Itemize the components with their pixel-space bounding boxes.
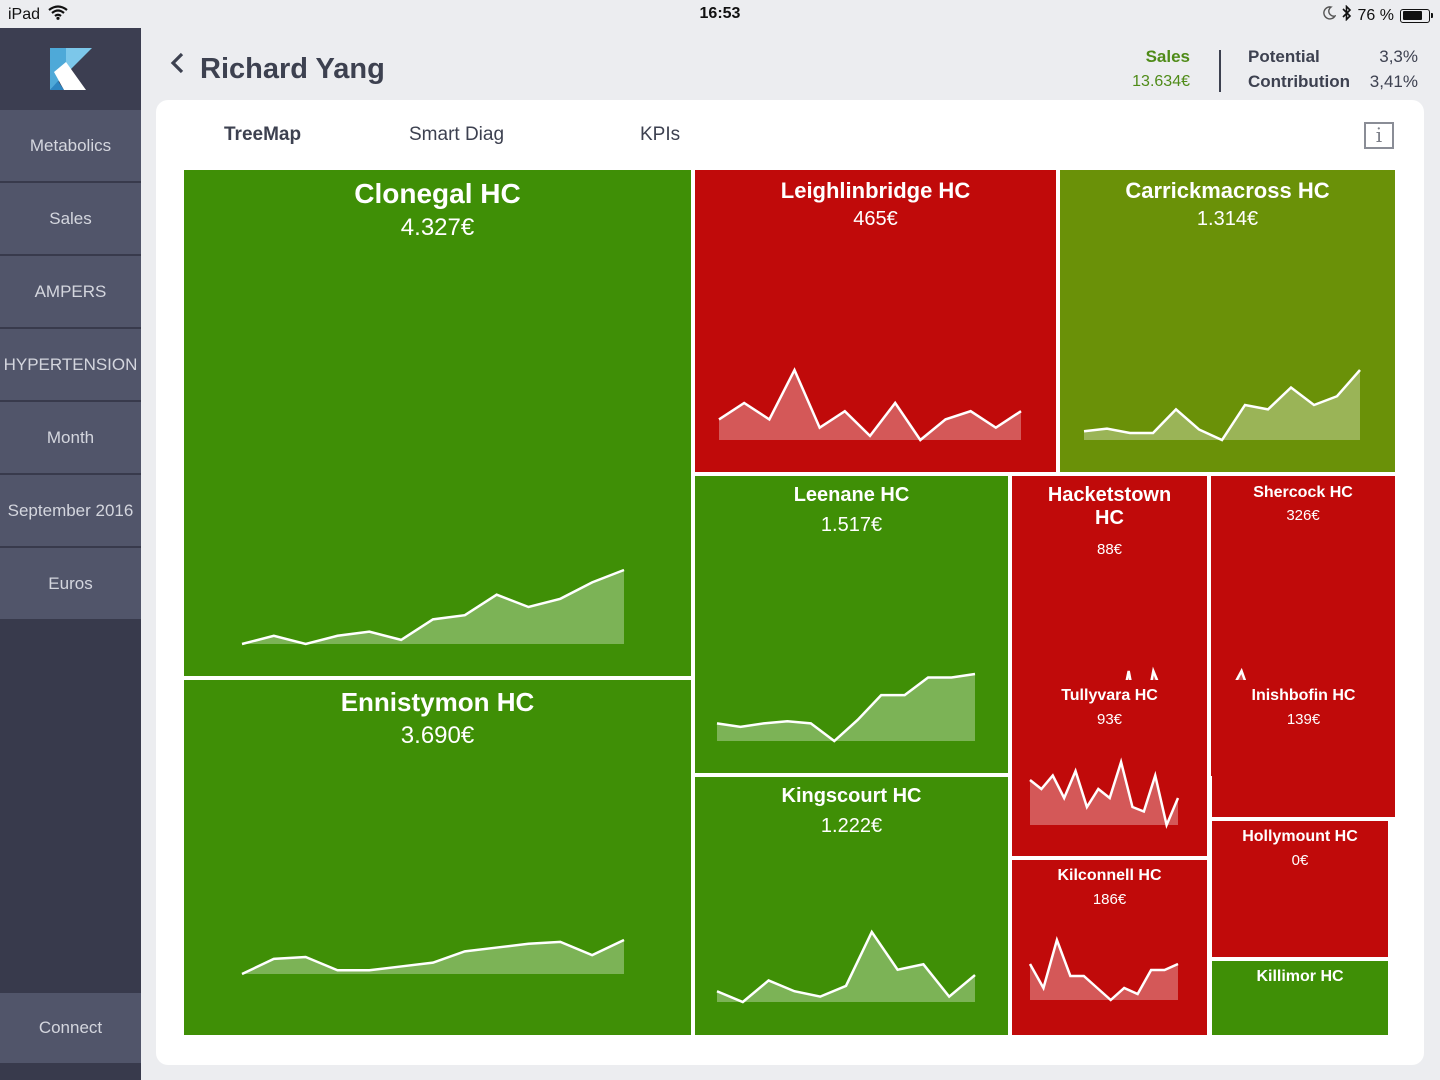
tile-value: 139€ [1286, 711, 1321, 728]
treemap-tile-killimor-hc[interactable]: Killimor HC [1212, 961, 1388, 1035]
treemap-tile-kilconnell-hc[interactable]: Kilconnell HC 186€ [1012, 860, 1207, 1035]
app-logo[interactable] [0, 28, 141, 110]
sparkline-area [1084, 370, 1360, 440]
page-header: Richard Yang Sales 13.634€ Potential 3,3… [141, 28, 1440, 100]
tile-value: 88€ [1096, 541, 1123, 558]
tile-name: Leenane HC [793, 484, 910, 506]
contribution-row: Contribution 3,41% [1248, 72, 1418, 97]
sales-label: Sales [1145, 47, 1190, 66]
tab-kpis[interactable]: KPIs [640, 124, 680, 146]
sparkline [1028, 935, 1179, 1002]
tile-name: Hollymount HC [1242, 828, 1358, 845]
content-card: TreeMap Smart Diag KPIs i Clonegal HC 4.3… [156, 100, 1424, 1065]
sidebar-item-ampers[interactable]: AMPERS [0, 256, 141, 327]
sidebar-item-currency[interactable]: Euros [0, 548, 141, 619]
tile-name: Killimor HC [1256, 968, 1344, 985]
sidebar-item-sales[interactable]: Sales [0, 183, 141, 254]
tile-name: Clonegal HC [354, 178, 521, 209]
tile-name: Hacketstown HC [1047, 484, 1172, 529]
tile-value: 3.690€ [400, 722, 475, 749]
kpi-divider [1219, 50, 1221, 92]
logo-icon [49, 48, 92, 90]
tile-value: 1.517€ [820, 514, 883, 536]
battery-percent: 76 % [1357, 6, 1394, 24]
sidebar: Metabolics Sales AMPERS HYPERTENSION Mon… [0, 28, 141, 1080]
treemap-tile-inishbofin-hc[interactable]: Inishbofin HC 139€ [1212, 680, 1395, 817]
back-button[interactable] [169, 50, 185, 83]
status-right: 76 % [1322, 4, 1433, 26]
tile-value: 93€ [1096, 711, 1123, 728]
potential-row: Potential 3,3% [1248, 47, 1418, 72]
treemap-tile-leenane-hc[interactable]: Leenane HC 1.517€ [695, 476, 1008, 773]
battery-icon [1400, 8, 1433, 23]
battery-fill [1402, 11, 1422, 20]
sidebar-item-month[interactable]: Month [0, 402, 141, 473]
tile-value: 465€ [853, 208, 898, 230]
tile-name: Inishbofin HC [1251, 687, 1356, 704]
sidebar-item-metabolics[interactable]: Metabolics [0, 110, 141, 181]
tile-name: Kingscourt HC [781, 785, 922, 807]
tile-value: 1.222€ [820, 815, 883, 837]
tile-value: 0€ [1291, 852, 1309, 869]
bluetooth-icon [1341, 4, 1352, 26]
contribution-label: Contribution [1248, 72, 1350, 91]
status-time: 16:53 [699, 5, 741, 22]
tile-value: 1.314€ [1196, 208, 1259, 230]
contribution-value: 3,41% [1369, 72, 1418, 91]
sparkline-area [242, 570, 624, 644]
sidebar-menu: Metabolics Sales AMPERS HYPERTENSION Mon… [0, 110, 141, 621]
tile-name: Shercock HC [1253, 484, 1353, 501]
sales-kpi: Sales 13.634€ [1132, 47, 1190, 91]
kpi-metrics: Potential 3,3% Contribution 3,41% [1248, 47, 1418, 97]
treemap-tile-ennistymon-hc[interactable]: Ennistymon HC 3.690€ [184, 680, 691, 1035]
tile-name: Kilconnell HC [1057, 867, 1162, 884]
sales-value: 13.634€ [1132, 73, 1190, 90]
status-bar: iPad 16:53 76 % [0, 0, 1440, 28]
tile-value: 186€ [1092, 891, 1127, 908]
info-button[interactable]: i [1364, 122, 1394, 149]
sparkline-area [719, 370, 1021, 440]
treemap-tile-tullyvara-hc[interactable]: Tullyvara HC 93€ [1012, 680, 1207, 856]
tile-value: 326€ [1286, 507, 1320, 524]
sidebar-item-period[interactable]: September 2016 [0, 475, 141, 546]
tile-name: Tullyvara HC [1061, 687, 1158, 704]
sparkline [241, 568, 625, 646]
tile-name: Carrickmacross HC [1125, 178, 1330, 203]
treemap-tile-hollymount-hc[interactable]: Hollymount HC 0€ [1212, 821, 1388, 957]
tile-name: Ennistymon HC [340, 687, 535, 717]
treemap-tile-kingscourt-hc[interactable]: Kingscourt HC 1.222€ [695, 777, 1008, 1035]
potential-label: Potential [1248, 47, 1320, 66]
tile-value: 4.327€ [400, 214, 475, 241]
treemap-tile-leighlinbridge-hc[interactable]: Leighlinbridge HC 465€ [695, 170, 1056, 472]
sparkline [1029, 757, 1180, 830]
page-title: Richard Yang [200, 53, 385, 85]
sidebar-item-hypertension[interactable]: HYPERTENSION [0, 329, 141, 400]
moon-icon [1322, 6, 1337, 25]
tab-treemap[interactable]: TreeMap [224, 124, 301, 146]
treemap-tile-carrickmacross-hc[interactable]: Carrickmacross HC 1.314€ [1060, 170, 1395, 472]
tab-smart-diag[interactable]: Smart Diag [409, 124, 504, 146]
tile-name: Leighlinbridge HC [780, 178, 971, 203]
connect-button[interactable]: Connect [0, 993, 141, 1063]
treemap-tile-clonegal-hc[interactable]: Clonegal HC 4.327€ [184, 170, 691, 676]
chevron-left-icon [170, 52, 184, 74]
potential-value: 3,3% [1379, 47, 1418, 66]
